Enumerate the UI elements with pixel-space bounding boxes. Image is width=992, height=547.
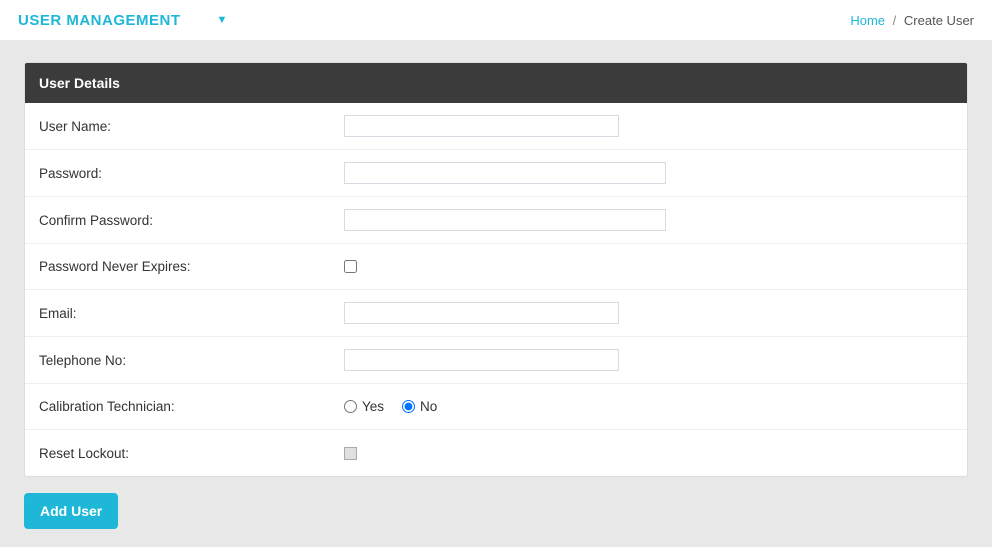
content-area: User Details User Name: Password: Confir… bbox=[0, 40, 992, 547]
password-input[interactable] bbox=[344, 162, 666, 184]
breadcrumb-home-link[interactable]: Home bbox=[850, 13, 885, 28]
radio-label-yes: Yes bbox=[362, 399, 384, 414]
email-input[interactable] bbox=[344, 302, 619, 324]
label-email: Email: bbox=[39, 306, 344, 321]
label-reset-lockout: Reset Lockout: bbox=[39, 446, 344, 461]
telephone-input[interactable] bbox=[344, 349, 619, 371]
row-email: Email: bbox=[25, 290, 967, 337]
button-row: Add User bbox=[24, 477, 968, 529]
label-calibration-technician: Calibration Technician: bbox=[39, 399, 344, 414]
page-title-wrap: USER MANAGEMENT ▼ bbox=[18, 12, 227, 29]
breadcrumb-separator: / bbox=[893, 13, 897, 28]
label-password: Password: bbox=[39, 166, 344, 181]
calibration-yes-radio[interactable] bbox=[344, 400, 357, 413]
row-username: User Name: bbox=[25, 103, 967, 150]
row-confirm-password: Confirm Password: bbox=[25, 197, 967, 244]
row-password: Password: bbox=[25, 150, 967, 197]
calibration-technician-radio-group: Yes No bbox=[344, 399, 437, 414]
label-telephone: Telephone No: bbox=[39, 353, 344, 368]
password-never-expires-checkbox[interactable] bbox=[344, 260, 357, 273]
label-confirm-password: Confirm Password: bbox=[39, 213, 344, 228]
label-password-never-expires: Password Never Expires: bbox=[39, 259, 344, 274]
chevron-down-icon[interactable]: ▼ bbox=[217, 14, 228, 26]
calibration-no-radio[interactable] bbox=[402, 400, 415, 413]
top-bar: USER MANAGEMENT ▼ Home / Create User bbox=[0, 0, 992, 40]
user-details-panel: User Details User Name: Password: Confir… bbox=[24, 62, 968, 477]
reset-lockout-checkbox bbox=[344, 447, 357, 460]
row-telephone: Telephone No: bbox=[25, 337, 967, 384]
radio-label-no: No bbox=[420, 399, 437, 414]
breadcrumb-current: Create User bbox=[904, 13, 974, 28]
username-input[interactable] bbox=[344, 115, 619, 137]
add-user-button[interactable]: Add User bbox=[24, 493, 118, 529]
label-username: User Name: bbox=[39, 119, 344, 134]
row-password-never-expires: Password Never Expires: bbox=[25, 244, 967, 290]
breadcrumb: Home / Create User bbox=[850, 13, 974, 28]
radio-option-no[interactable]: No bbox=[402, 399, 437, 414]
row-reset-lockout: Reset Lockout: bbox=[25, 430, 967, 476]
page-title: USER MANAGEMENT bbox=[18, 12, 181, 29]
radio-option-yes[interactable]: Yes bbox=[344, 399, 384, 414]
confirm-password-input[interactable] bbox=[344, 209, 666, 231]
row-calibration-technician: Calibration Technician: Yes No bbox=[25, 384, 967, 430]
panel-header: User Details bbox=[25, 63, 967, 103]
